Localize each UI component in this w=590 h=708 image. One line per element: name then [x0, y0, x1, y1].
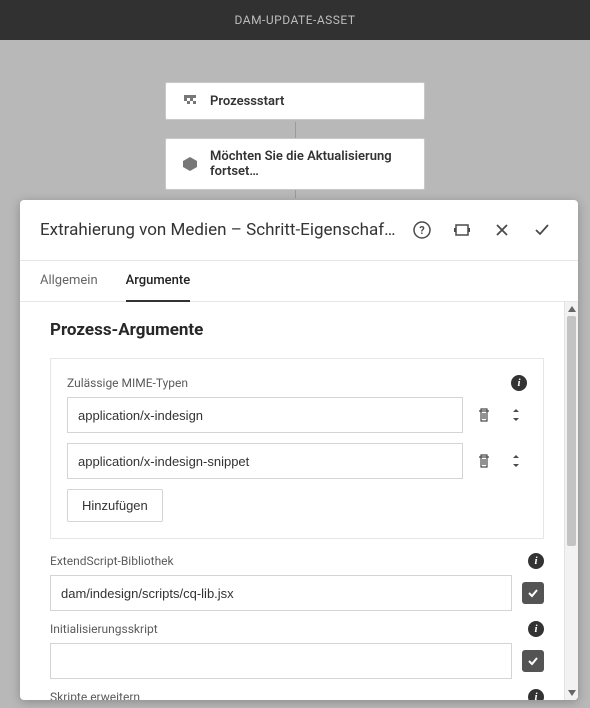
node-label: Prozessstart [210, 94, 284, 109]
properties-panel: Extrahierung von Medien – Schritt-Eigens… [20, 200, 578, 700]
tab-general[interactable]: Allgemein [40, 261, 98, 302]
checkbox-checked[interactable] [522, 582, 544, 604]
reorder-icon[interactable] [505, 450, 527, 472]
delete-icon[interactable] [473, 404, 495, 426]
tabs: Allgemein Argumente [20, 261, 578, 302]
close-button[interactable] [486, 214, 518, 246]
mime-row [67, 397, 527, 433]
workflow-node-start[interactable]: Prozessstart [165, 82, 425, 120]
extendscript-input[interactable] [50, 575, 512, 611]
mime-row [67, 443, 527, 479]
field-label: Skripte erweitern [50, 690, 140, 700]
scroll-up-icon[interactable] [565, 302, 578, 316]
scroll-down-icon[interactable] [565, 686, 578, 700]
info-icon[interactable]: i [528, 689, 544, 700]
reorder-icon[interactable] [505, 404, 527, 426]
mime-input-0[interactable] [67, 397, 463, 433]
connector [295, 122, 296, 138]
node-label: Möchten Sie die Aktualisierung fortset… [210, 149, 408, 179]
top-bar: DAM-UPDATE-ASSET [0, 0, 590, 40]
scroll-track[interactable] [567, 316, 576, 686]
info-icon[interactable]: i [511, 375, 527, 391]
checkbox-checked[interactable] [522, 650, 544, 672]
add-button[interactable]: Hinzufügen [67, 489, 163, 522]
initscript-input[interactable] [50, 643, 512, 679]
extendscript-row [50, 575, 544, 611]
field-label: ExtendScript-Bibliothek [50, 554, 174, 568]
box-icon [182, 156, 198, 172]
page-title: DAM-UPDATE-ASSET [234, 13, 355, 27]
info-icon[interactable]: i [528, 621, 544, 637]
tab-arguments[interactable]: Argumente [126, 261, 191, 302]
panel-title: Extrahierung von Medien – Schritt-Eigens… [40, 220, 398, 240]
delete-icon[interactable] [473, 450, 495, 472]
field-label: Zulässige MIME-Typen [67, 376, 188, 390]
section-title: Prozess-Argumente [50, 320, 544, 340]
workflow-node-confirm[interactable]: Möchten Sie die Aktualisierung fortset… [165, 138, 425, 190]
mime-types-box: Zulässige MIME-Typen i [50, 358, 544, 539]
fullscreen-button[interactable] [446, 214, 478, 246]
panel-body: Prozess-Argumente Zulässige MIME-Typen i [20, 302, 564, 700]
scrollbar[interactable] [564, 302, 578, 700]
flag-icon [182, 93, 198, 109]
workflow-canvas: Prozessstart Möchten Sie die Aktualisier… [0, 40, 590, 708]
panel-header: Extrahierung von Medien – Schritt-Eigens… [20, 200, 578, 261]
field-label: Initialisierungsskript [50, 622, 158, 636]
svg-text:?: ? [419, 224, 425, 237]
initscript-row [50, 643, 544, 679]
scroll-thumb[interactable] [567, 316, 576, 546]
mime-input-1[interactable] [67, 443, 463, 479]
info-icon[interactable]: i [528, 553, 544, 569]
confirm-button[interactable] [526, 214, 558, 246]
help-button[interactable]: ? [406, 214, 438, 246]
